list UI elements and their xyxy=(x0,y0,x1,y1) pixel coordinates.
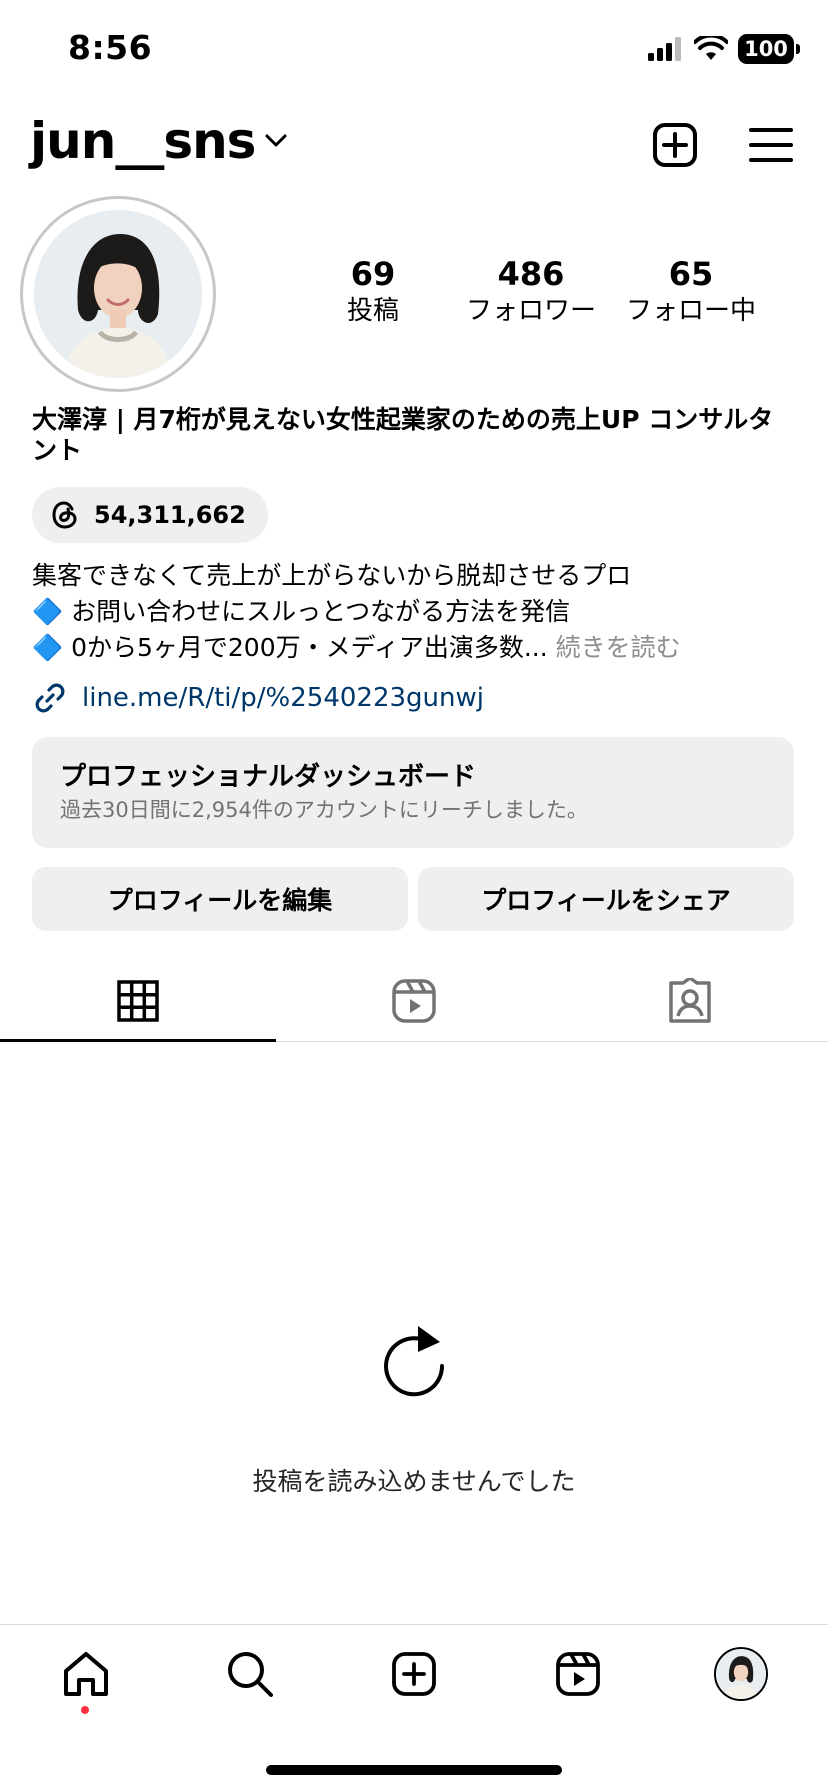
reels-icon xyxy=(556,1652,600,1696)
profile-link[interactable]: line.me/R/ti/p/%2540223gunwj xyxy=(32,680,484,716)
dashboard-title: プロフェッショナルダッシュボード xyxy=(60,762,477,792)
professional-dashboard[interactable]: プロフェッショナルダッシュボード 過去30日間に2,954件のアカウントにリーチ… xyxy=(32,737,794,848)
active-tab-indicator xyxy=(0,1039,276,1042)
read-more-link[interactable]: 続きを読む xyxy=(556,633,681,662)
bio-line: 集客できなくて売上が上がらないから脱却させるプロ xyxy=(32,561,632,590)
nav-reels[interactable] xyxy=(550,1646,606,1702)
grid-icon xyxy=(117,980,159,1022)
home-icon xyxy=(64,1652,108,1696)
reload-icon xyxy=(384,1326,445,1397)
bio-line: 🔷 0から5ヶ月で200万・メディア出演多数... xyxy=(32,633,548,662)
posts-count: 69 xyxy=(350,255,396,293)
bio: 集客できなくて売上が上がらないから脱却させるプロ 🔷 お問い合わせにスルっとつな… xyxy=(32,558,812,666)
status-time: 8:56 xyxy=(68,28,153,67)
threads-badge[interactable]: 54,311,662 xyxy=(32,487,268,543)
reload-button[interactable] xyxy=(374,1320,454,1404)
following-count: 65 xyxy=(668,255,714,293)
avatar[interactable] xyxy=(34,210,202,378)
dashboard-subtitle: 過去30日間に2,954件のアカウントにリーチしました。 xyxy=(60,798,588,822)
posts-label: 投稿 xyxy=(346,296,399,326)
posts-stat[interactable]: 69 投稿 xyxy=(298,256,448,328)
avatar-photo xyxy=(34,210,202,378)
profile-full-name: 大澤淳 | 月7桁が見えない女性起業家のための売上UP コンサルタント xyxy=(32,405,774,465)
share-profile-button[interactable]: プロフィールをシェア xyxy=(418,867,794,931)
account-switcher[interactable]: jun__sns xyxy=(30,112,287,170)
load-error-message: 投稿を読み込めませんでした xyxy=(252,1467,576,1496)
reels-icon xyxy=(392,979,436,1023)
status-icons: 100 xyxy=(648,32,800,66)
tab-posts-grid[interactable] xyxy=(0,960,276,1042)
create-icon xyxy=(392,1652,436,1696)
username: jun__sns xyxy=(30,112,256,170)
nav-search[interactable] xyxy=(222,1646,278,1702)
create-post-button[interactable] xyxy=(648,118,702,172)
cellular-signal-icon xyxy=(648,37,681,61)
following-label: フォロー中 xyxy=(625,296,756,326)
edit-profile-button[interactable]: プロフィールを編集 xyxy=(32,867,408,931)
profile-link-text: line.me/R/ti/p/%2540223gunwj xyxy=(82,683,484,713)
followers-label: フォロワー xyxy=(465,296,596,326)
wifi-icon xyxy=(694,36,728,60)
bio-line-last: 🔷 0から5ヶ月で200万・メディア出演多数... 続きを読む xyxy=(32,630,812,666)
tab-tagged[interactable] xyxy=(552,960,828,1042)
notification-dot xyxy=(81,1706,89,1714)
battery-indicator: 100 xyxy=(738,34,800,64)
threads-count: 54,311,662 xyxy=(94,501,246,529)
nav-profile-avatar[interactable] xyxy=(714,1647,768,1701)
nav-home[interactable] xyxy=(58,1646,114,1702)
chevron-down-icon xyxy=(265,134,287,147)
home-indicator xyxy=(266,1765,562,1775)
followers-stat[interactable]: 486 フォロワー xyxy=(456,256,606,328)
following-stat[interactable]: 65 フォロー中 xyxy=(616,256,766,328)
bio-line: 🔷 お問い合わせにスルっとつながる方法を発信 xyxy=(32,597,571,626)
menu-icon xyxy=(749,128,793,162)
nav-divider xyxy=(0,1624,828,1625)
followers-count: 486 xyxy=(497,255,565,293)
threads-icon xyxy=(52,501,77,529)
nav-create[interactable] xyxy=(386,1646,442,1702)
create-post-icon xyxy=(653,123,697,167)
tagged-icon xyxy=(669,978,711,1023)
tab-reels[interactable] xyxy=(276,960,552,1042)
menu-button[interactable] xyxy=(744,118,798,172)
search-icon xyxy=(228,1652,273,1697)
link-icon xyxy=(35,683,65,713)
profile-avatar-icon xyxy=(716,1649,766,1699)
